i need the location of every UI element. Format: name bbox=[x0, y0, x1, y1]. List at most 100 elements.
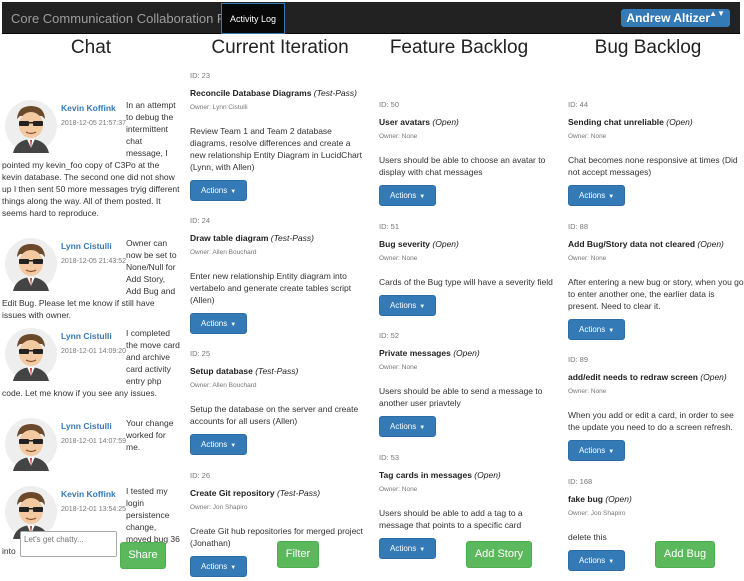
caret-down-icon: ▼ bbox=[230, 189, 237, 195]
message-author[interactable]: Lynn Cistulli bbox=[61, 240, 131, 252]
message-timestamp: 2018-12-05 21:43:52 bbox=[61, 258, 126, 265]
card: ID: 44 Sending chat unreliable (Open) Owne… bbox=[568, 100, 744, 206]
card-status: (Test-Pass) bbox=[276, 488, 321, 498]
caret-down-icon: ▼ bbox=[230, 565, 237, 571]
caret-down-icon: ▼ bbox=[419, 304, 426, 310]
card-title[interactable]: Add Bug/Story data not cleared (Open) bbox=[568, 239, 744, 249]
actions-dropdown-button[interactable]: Actions ▼ bbox=[568, 440, 626, 461]
card-status: (Open) bbox=[432, 117, 459, 127]
message-text: Your change worked for me. bbox=[126, 418, 174, 452]
avatar bbox=[4, 417, 58, 471]
card-title[interactable]: Bug severity (Open) bbox=[379, 239, 557, 249]
card: ID: 88 Add Bug/Story data not cleared (Op… bbox=[568, 222, 744, 340]
card-title[interactable]: Sending chat unreliable (Open) bbox=[568, 117, 744, 127]
card-status: (Open) bbox=[700, 372, 727, 382]
actions-label: Actions bbox=[201, 186, 228, 195]
feature-list: ID: 50 User avatars (Open) Owner: None User… bbox=[379, 62, 559, 581]
card-owner: Owner: None bbox=[379, 486, 418, 493]
card-id: ID: 23 bbox=[190, 71, 211, 80]
message-timestamp: 2018-12-01 14:09:20 bbox=[61, 348, 126, 355]
actions-label: Actions bbox=[579, 446, 606, 455]
app-brand[interactable]: Core Communication Collaboration Portal bbox=[11, 11, 251, 26]
add-story-button[interactable]: Add Story bbox=[466, 541, 532, 568]
actions-dropdown-button[interactable]: Actions ▼ bbox=[568, 185, 626, 206]
avatar bbox=[4, 327, 58, 381]
actions-dropdown-button[interactable]: Actions ▼ bbox=[190, 313, 248, 334]
card: ID: 24 Draw table diagram (Test-Pass) Owne… bbox=[190, 216, 368, 334]
card-title-text: fake bug bbox=[568, 494, 603, 504]
bug-list: ID: 44 Sending chat unreliable (Open) Owne… bbox=[568, 62, 744, 581]
card-title-text: Setup database bbox=[190, 366, 253, 376]
card-status: (Test-Pass) bbox=[270, 233, 314, 243]
chat-message: Lynn Cistulli 2018-12-01 14:07:59 Your cha… bbox=[2, 417, 180, 473]
actions-label: Actions bbox=[390, 191, 417, 200]
actions-dropdown-button[interactable]: Actions ▼ bbox=[379, 185, 437, 206]
card-title[interactable]: Draw table diagram (Test-Pass) bbox=[190, 233, 368, 243]
actions-dropdown-button[interactable]: Actions ▼ bbox=[379, 538, 437, 559]
iteration-list: ID: 23 Reconcile Database Diagrams (Test-… bbox=[190, 62, 370, 581]
caret-down-icon: ▼ bbox=[230, 443, 237, 449]
card-title-text: Sending chat unreliable bbox=[568, 117, 664, 127]
share-button[interactable]: Share bbox=[120, 542, 166, 569]
message-author[interactable]: Kevin Koffink bbox=[61, 488, 131, 500]
card-title[interactable]: Setup database (Test-Pass) bbox=[190, 366, 368, 376]
card-title-text: Bug severity bbox=[379, 239, 431, 249]
card-id: ID: 53 bbox=[379, 453, 400, 462]
card-owner: Owner: Lynn Cistulli bbox=[190, 104, 248, 111]
filter-button[interactable]: Filter bbox=[277, 541, 319, 568]
card-title-text: Tag cards in messages bbox=[379, 470, 472, 480]
card-owner: Owner: None bbox=[568, 133, 607, 140]
card-title[interactable]: Create Git repository (Test-Pass) bbox=[190, 488, 368, 498]
actions-dropdown-button[interactable]: Actions ▼ bbox=[568, 550, 626, 571]
card-owner: Owner: Allen Bouchard bbox=[190, 382, 257, 389]
caret-down-icon: ▼ bbox=[608, 194, 615, 200]
actions-dropdown-button[interactable]: Actions ▼ bbox=[190, 434, 248, 455]
card-status: (Open) bbox=[474, 470, 501, 480]
card-title[interactable]: add/edit needs to redraw screen (Open) bbox=[568, 372, 744, 382]
tab-activity-log[interactable]: Activity Log bbox=[221, 3, 286, 34]
card-status: (Open) bbox=[697, 239, 724, 249]
actions-label: Actions bbox=[390, 422, 417, 431]
card-title[interactable]: Tag cards in messages (Open) bbox=[379, 470, 557, 480]
message-author[interactable]: Kevin Koffink bbox=[61, 102, 131, 114]
card-title[interactable]: Private messages (Open) bbox=[379, 348, 557, 358]
card-title-text: Create Git repository bbox=[190, 488, 275, 498]
avatar bbox=[4, 237, 58, 291]
chat-message: Kevin Koffink 2018-12-05 21:57:37 In an at… bbox=[2, 99, 180, 219]
card: ID: 51 Bug severity (Open) Owner: None Card… bbox=[379, 222, 557, 316]
card-title[interactable]: fake bug (Open) bbox=[568, 494, 744, 504]
actions-dropdown-button[interactable]: Actions ▼ bbox=[190, 556, 248, 577]
message-timestamp: 2018-12-05 21:57:37 bbox=[61, 120, 126, 127]
message-author[interactable]: Lynn Cistulli bbox=[61, 420, 131, 432]
chat-column-title: Chat bbox=[70, 37, 112, 58]
card-id: ID: 26 bbox=[190, 471, 211, 480]
actions-label: Actions bbox=[201, 319, 228, 328]
actions-dropdown-button[interactable]: Actions ▼ bbox=[190, 180, 248, 201]
card-owner: Owner: None bbox=[379, 255, 418, 262]
card-owner: Owner: None bbox=[379, 133, 418, 140]
card-id: ID: 25 bbox=[190, 349, 211, 358]
caret-down-icon: ▼ bbox=[419, 547, 426, 553]
top-navbar: Core Communication Collaboration Portal … bbox=[2, 2, 740, 34]
card-owner: Owner: Jon Shapiro bbox=[190, 504, 248, 511]
card: ID: 50 User avatars (Open) Owner: None User… bbox=[379, 100, 557, 206]
actions-label: Actions bbox=[579, 556, 606, 565]
actions-dropdown-button[interactable]: Actions ▼ bbox=[568, 319, 626, 340]
card-title[interactable]: User avatars (Open) bbox=[379, 117, 557, 127]
user-name: Andrew Altizer bbox=[626, 11, 710, 25]
actions-label: Actions bbox=[579, 191, 606, 200]
actions-dropdown-button[interactable]: Actions ▼ bbox=[379, 416, 437, 437]
actions-dropdown-button[interactable]: Actions ▼ bbox=[379, 295, 437, 316]
actions-label: Actions bbox=[390, 301, 417, 310]
user-select[interactable]: Andrew Altizer ▲▼ bbox=[621, 9, 730, 27]
card-id: ID: 52 bbox=[379, 331, 400, 340]
iteration-column-title: Current Iteration bbox=[211, 37, 349, 58]
card-title[interactable]: Reconcile Database Diagrams (Test-Pass) bbox=[190, 88, 368, 98]
chat-input[interactable] bbox=[20, 531, 117, 557]
message-author[interactable]: Lynn Cistulli bbox=[61, 330, 131, 342]
card-status: (Open) bbox=[432, 239, 459, 249]
caret-down-icon: ▼ bbox=[608, 328, 615, 334]
card-id: ID: 24 bbox=[190, 216, 211, 225]
card-title-text: Draw table diagram bbox=[190, 233, 269, 243]
add-bug-button[interactable]: Add Bug bbox=[655, 541, 715, 568]
